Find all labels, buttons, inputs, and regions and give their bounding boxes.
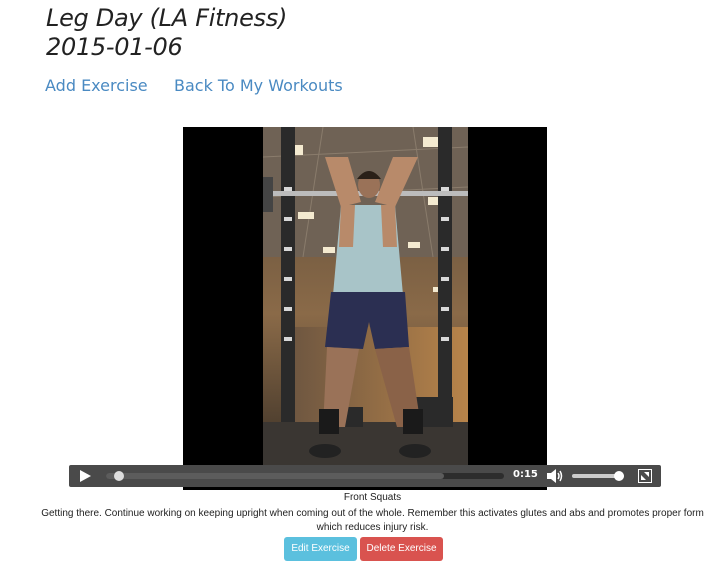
seek-buffered — [106, 473, 444, 479]
edit-exercise-button[interactable]: Edit Exercise — [284, 537, 357, 561]
workout-title: Leg Day (LA Fitness) — [46, 4, 288, 32]
video-player[interactable] — [183, 127, 547, 490]
workout-title-block: Leg Day (LA Fitness) 2015-01-06 — [46, 4, 287, 62]
fullscreen-icon — [638, 469, 652, 483]
add-exercise-link[interactable]: Add Exercise — [45, 76, 148, 95]
back-to-workouts-link[interactable]: Back To My Workouts — [174, 76, 343, 95]
mute-button[interactable] — [546, 468, 564, 484]
video-frame[interactable] — [263, 127, 468, 467]
seek-bar[interactable] — [106, 471, 504, 481]
workout-date: 2015-01-06 — [46, 33, 183, 61]
play-icon — [80, 470, 91, 482]
volume-slider[interactable] — [572, 471, 624, 481]
video-still — [263, 127, 468, 467]
play-button[interactable] — [78, 469, 92, 483]
seek-handle[interactable] — [114, 471, 124, 481]
exercise-notes: Getting there. Continue working on keepi… — [41, 508, 704, 533]
video-controls: 0:15 — [69, 465, 661, 487]
exercise-name: Front Squats — [343, 492, 402, 503]
volume-icon — [547, 469, 563, 483]
current-time: 0:15 — [513, 469, 538, 480]
volume-handle[interactable] — [614, 471, 624, 481]
fullscreen-button[interactable] — [638, 469, 652, 483]
delete-exercise-button[interactable]: Delete Exercise — [360, 537, 443, 561]
